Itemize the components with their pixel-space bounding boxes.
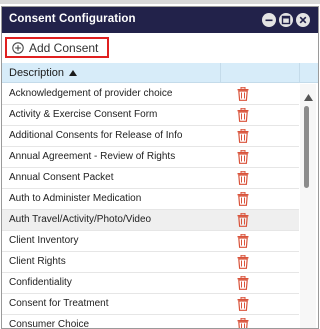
trash-icon[interactable]: [237, 318, 249, 329]
add-consent-button[interactable]: Add Consent: [5, 37, 109, 58]
list-item[interactable]: Activity & Exercise Consent Form: [2, 105, 299, 126]
close-button[interactable]: [296, 13, 310, 27]
trash-icon[interactable]: [237, 108, 249, 122]
list-item[interactable]: Auth to Administer Medication: [2, 189, 299, 210]
list-item[interactable]: Consumer Choice: [2, 315, 299, 329]
list-item-label: Consumer Choice: [9, 319, 90, 329]
list-item[interactable]: Annual Agreement - Review of Rights: [2, 147, 299, 168]
list-item[interactable]: Auth Travel/Activity/Photo/Video: [2, 210, 299, 231]
list-item[interactable]: Client Inventory: [2, 231, 299, 252]
consent-configuration-window: Consent Configuration Add Consent Descri…: [1, 6, 319, 329]
list-item-label: Consent for Treatment: [9, 298, 109, 309]
list-item[interactable]: Consent for Treatment: [2, 294, 299, 315]
scroll-thumb[interactable]: [304, 106, 309, 188]
list-item[interactable]: Acknowledgement of provider choice: [2, 84, 299, 105]
list-item-label: Annual Agreement - Review of Rights: [9, 151, 176, 162]
column-separator: [299, 63, 300, 83]
list-item-label: Auth to Administer Medication: [9, 193, 142, 204]
grid-header: Description: [2, 63, 318, 83]
trash-icon[interactable]: [237, 255, 249, 269]
trash-icon[interactable]: [237, 171, 249, 185]
list-item-label: Auth Travel/Activity/Photo/Video: [9, 214, 152, 225]
minimize-button[interactable]: [262, 13, 276, 27]
column-header-description[interactable]: Description: [9, 67, 64, 79]
consent-list: Acknowledgement of provider choice Activ…: [2, 84, 299, 329]
list-item[interactable]: Annual Consent Packet: [2, 168, 299, 189]
vertical-scrollbar[interactable]: [300, 84, 316, 328]
scroll-up-icon[interactable]: [304, 94, 313, 101]
list-item-label: Acknowledgement of provider choice: [9, 88, 173, 99]
plus-circle-icon: [12, 42, 24, 54]
trash-icon[interactable]: [237, 234, 249, 248]
column-separator: [220, 63, 221, 83]
list-item[interactable]: Confidentiality: [2, 273, 299, 294]
trash-icon[interactable]: [237, 87, 249, 101]
list-item-label: Client Inventory: [9, 235, 79, 246]
trash-icon[interactable]: [237, 213, 249, 227]
maximize-button[interactable]: [279, 13, 293, 27]
window-titlebar: Consent Configuration: [2, 7, 318, 33]
trash-icon[interactable]: [237, 150, 249, 164]
close-icon: [299, 16, 307, 24]
list-item-label: Activity & Exercise Consent Form: [9, 109, 158, 120]
add-consent-label: Add Consent: [29, 41, 99, 55]
trash-icon[interactable]: [237, 129, 249, 143]
list-item-label: Client Rights: [9, 256, 66, 267]
trash-icon[interactable]: [237, 276, 249, 290]
top-strip: [0, 0, 320, 4]
trash-icon[interactable]: [237, 192, 249, 206]
window-title: Consent Configuration: [9, 13, 136, 25]
list-item-label: Annual Consent Packet: [9, 172, 114, 183]
toolbar: Add Consent: [2, 34, 318, 62]
list-item[interactable]: Client Rights: [2, 252, 299, 273]
sort-ascending-icon[interactable]: [69, 70, 77, 76]
list-item-label: Additional Consents for Release of Info: [9, 130, 183, 141]
list-item[interactable]: Additional Consents for Release of Info: [2, 126, 299, 147]
minimize-icon: [265, 19, 273, 22]
trash-icon[interactable]: [237, 297, 249, 311]
list-item-label: Confidentiality: [9, 277, 72, 288]
maximize-icon: [281, 15, 291, 25]
